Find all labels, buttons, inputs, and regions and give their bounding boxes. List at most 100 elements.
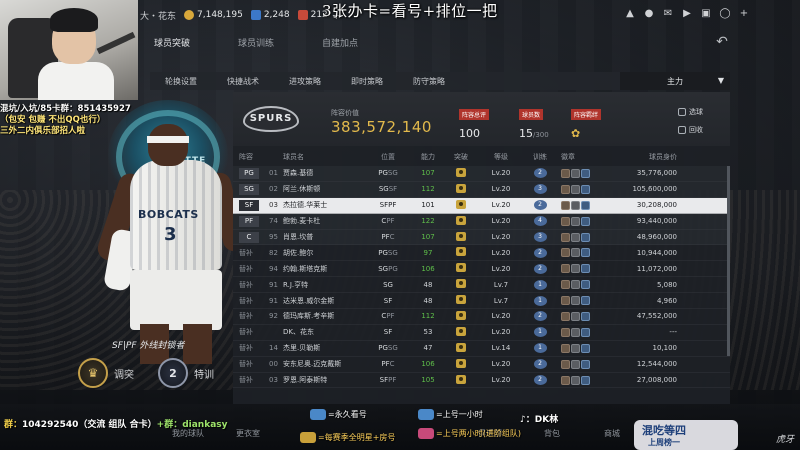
recycle-button[interactable]: 回收 (678, 124, 722, 136)
table-row[interactable]: C 95 肖恩.坎普 PFC 107 Lv.20 3 48,960,000 (233, 229, 730, 246)
breakthrough-cell[interactable] (445, 374, 477, 386)
nav-backpack[interactable]: 背包 (544, 428, 560, 439)
breakthrough-cell[interactable] (445, 231, 477, 243)
add-icon[interactable]: + (738, 8, 750, 20)
breakthrough-cell[interactable] (445, 342, 477, 354)
breakthrough-button[interactable]: ♛ 调突 (78, 358, 134, 388)
gift-icon[interactable]: ▣ (700, 8, 712, 20)
video-icon[interactable]: ▶ (681, 8, 693, 20)
training-cell[interactable]: 1 (525, 295, 555, 306)
badges-cell[interactable] (555, 375, 623, 385)
table-row[interactable]: 替补 82 胡佐.鲍尔 PGSG 97 Lv.20 2 10,944,000 (233, 245, 730, 262)
jersey-number-cell: 91 (269, 280, 278, 289)
jersey-number-cell: 00 (269, 360, 278, 369)
lineup-select[interactable]: 主力 ▼ (620, 72, 730, 90)
ability-cell: 48 (423, 280, 433, 289)
breakthrough-icon (456, 231, 466, 241)
mail-icon[interactable]: ✉ (662, 8, 674, 20)
table-row[interactable]: PG 01 贾森.基德 PGSG 107 Lv.20 2 35,776,000 (233, 166, 730, 182)
training-cell[interactable]: 3 (525, 184, 555, 195)
nav-locker-room[interactable]: 更衣室 (236, 428, 260, 439)
badges-cell[interactable] (555, 264, 623, 274)
primary-position: PG (378, 169, 388, 178)
badges-cell[interactable] (555, 200, 623, 210)
breakthrough-cell[interactable] (445, 295, 477, 306)
training-cell[interactable]: 1 (525, 279, 555, 290)
bond-icon[interactable]: ✿ (571, 127, 601, 140)
training-cell[interactable]: 1 (525, 343, 555, 354)
table-row[interactable]: 替补 91 R.J.亨特 SG 48 Lv.7 1 5,080 (233, 277, 730, 294)
ability-cell: 107 (421, 233, 435, 241)
back-arrow-icon[interactable]: ↶ (710, 34, 734, 50)
badge-icon (561, 248, 570, 258)
select-player-button[interactable]: 选球 (678, 106, 722, 118)
table-row[interactable]: 替补 DK、花东 SF 53 Lv.20 1 --- (233, 325, 730, 341)
table-row[interactable]: SG 02 阿兰.休斯顿 SGSF 112 Lv.20 3 105,600,000 (233, 181, 730, 198)
table-row[interactable]: 替补 00 安东尼奥.迈克戴斯 PFC 106 Lv.20 2 12,544,000 (233, 357, 730, 373)
badges-cell[interactable] (555, 343, 623, 353)
breakthrough-cell[interactable] (445, 310, 477, 322)
training-cell[interactable]: 2 (525, 247, 555, 258)
table-row[interactable]: 替补 94 约翰.斯塔克斯 SGPG 106 Lv.20 2 11,072,000 (233, 261, 730, 278)
badges-cell[interactable] (555, 168, 623, 178)
special-training-button[interactable]: 2 特训 (158, 358, 214, 388)
table-row[interactable]: 替补 91 达米恩.威尔金斯 SF 48 Lv.7 1 4,960 (233, 293, 730, 310)
training-cell[interactable]: 2 (525, 200, 555, 211)
lineup-cell: 替补 (233, 248, 269, 258)
badges-cell[interactable] (555, 184, 623, 194)
strategy-instant[interactable]: 即时策略 (336, 76, 398, 87)
sub-tabs: 球员突破 球员训练 自建加点 (138, 34, 738, 54)
badges-cell[interactable] (555, 311, 623, 321)
training-cell[interactable]: 3 (525, 232, 555, 242)
table-row[interactable]: PF 74 鲍勃.麦卡杜 CPF 122 Lv.20 4 93,440,000 (233, 213, 730, 230)
nav-shop[interactable]: 商城 (604, 428, 620, 439)
player-name-cell: 约翰.斯塔克斯 (283, 264, 328, 273)
strategy-defense[interactable]: 防守策略 (398, 76, 460, 87)
strategy-rotation[interactable]: 轮换设置 (150, 76, 212, 87)
badges-cell[interactable] (555, 248, 623, 258)
strategy-quick-tactics[interactable]: 快捷战术 (212, 76, 274, 87)
training-cell[interactable]: 2 (525, 311, 555, 322)
badges-cell[interactable] (555, 327, 623, 337)
training-cell[interactable]: 2 (525, 359, 555, 370)
breakthrough-cell[interactable] (445, 263, 477, 274)
badges-cell[interactable] (555, 232, 623, 242)
roster-table-body: PG 01 贾森.基德 PGSG 107 Lv.20 2 35,776,000 SG 02 阿兰.休… (233, 166, 730, 389)
table-row[interactable]: 替补 03 罗恩.阿泰斯特 SFPF 105 Lv.20 2 27,008,000 (233, 373, 730, 389)
breakthrough-cell[interactable] (445, 326, 477, 338)
breakthrough-cell[interactable] (445, 279, 477, 290)
training-cell[interactable]: 1 (525, 327, 555, 338)
table-row[interactable]: SF 03 杰拉德.华莱士 SFPF 101 Lv.20 2 30,208,000 (233, 197, 730, 214)
training-cell[interactable]: 2 (525, 168, 555, 179)
tab-training[interactable]: 球员训练 (222, 34, 306, 54)
position-cell: SFPF (365, 376, 411, 384)
bench-label: 替补 (239, 280, 253, 289)
strategy-offense[interactable]: 进攻策略 (274, 76, 336, 87)
friends-icon[interactable]: ● (643, 8, 655, 20)
breakthrough-cell[interactable] (445, 183, 477, 195)
training-cell[interactable]: 4 (525, 216, 555, 227)
level-cell: Lv.20 (491, 233, 511, 241)
badges-cell[interactable] (555, 296, 623, 306)
training-cell[interactable]: 2 (525, 375, 555, 386)
notification-icon[interactable]: ▲ (624, 8, 636, 20)
tab-custom-points[interactable]: 自建加点 (306, 34, 390, 54)
badges-cell[interactable] (555, 280, 623, 290)
tab-breakthrough[interactable]: 球员突破 (138, 34, 222, 54)
headset-icon[interactable]: ◯ (719, 8, 731, 20)
breakthrough-cell[interactable] (445, 167, 477, 179)
breakthrough-cell[interactable] (445, 247, 477, 258)
badges-cell[interactable] (555, 216, 623, 226)
lineup-position-chip: SF (239, 199, 259, 211)
training-cell[interactable]: 2 (525, 263, 555, 274)
ability-cell: 97 (423, 248, 433, 257)
ability-cell: 53 (423, 328, 433, 337)
badge-icon (561, 375, 570, 385)
table-scrollbar[interactable] (727, 166, 730, 356)
badges-cell[interactable] (555, 359, 623, 369)
table-row[interactable]: 替补 92 德玛库斯.考辛斯 CPF 112 Lv.20 2 47,552,000 (233, 309, 730, 325)
breakthrough-cell[interactable] (445, 358, 477, 370)
breakthrough-cell[interactable] (445, 215, 477, 227)
table-row[interactable]: 替补 14 杰里.贝勒斯 PGSG 47 Lv.14 1 10,100 (233, 341, 730, 357)
breakthrough-cell[interactable] (445, 199, 477, 211)
